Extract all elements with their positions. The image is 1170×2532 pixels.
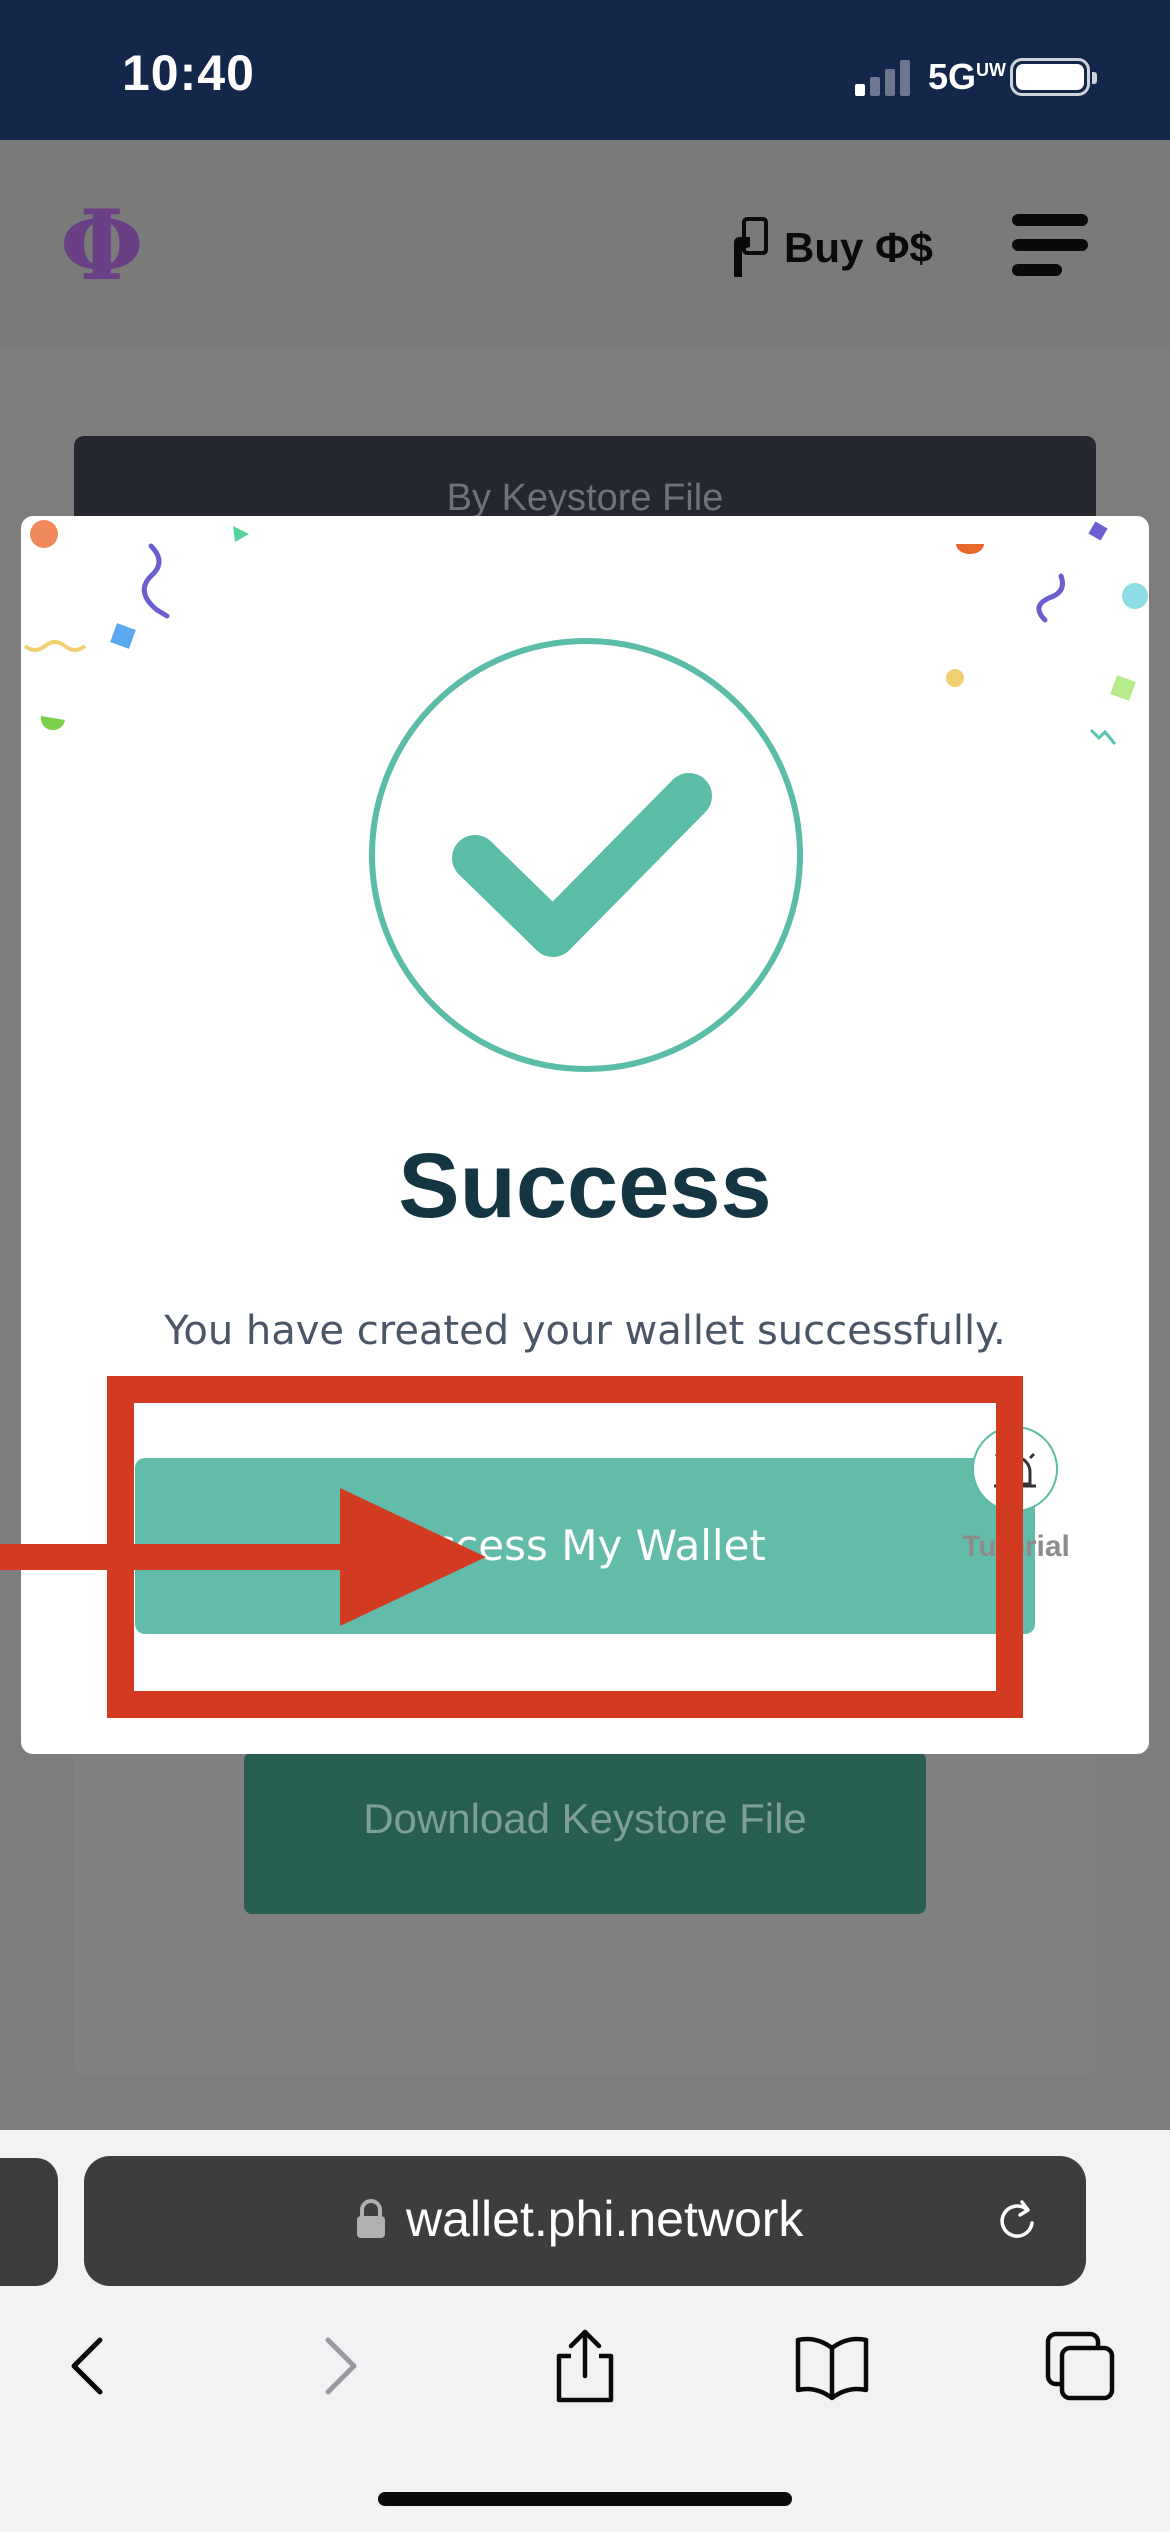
red-arrow-annotation	[0, 1488, 486, 1626]
address-bar[interactable]: wallet.phi.network	[84, 2156, 1086, 2286]
browser-bottom-bar: wallet.phi.network	[0, 2130, 1170, 2532]
checkmark-circle-icon	[369, 638, 803, 1072]
wallet-card-icon	[734, 217, 768, 277]
buy-label: Buy Φ$	[784, 224, 933, 271]
lock-icon	[357, 2199, 385, 2238]
url-text: wallet.phi.network	[406, 2191, 804, 2247]
previous-tab-stub[interactable]	[0, 2158, 58, 2286]
phi-logo[interactable]: Φ	[60, 198, 144, 294]
buy-phi-link[interactable]: Buy Φ$	[730, 217, 933, 278]
app-header: Φ Buy Φ$	[0, 140, 1170, 350]
tabs-icon[interactable]	[1040, 2326, 1120, 2406]
cellular-signal-icon	[855, 60, 915, 96]
success-message: You have created your wallet successfull…	[164, 1308, 1006, 1354]
network-type: 5GUW	[928, 56, 1007, 97]
battery-icon	[1010, 58, 1097, 96]
back-icon[interactable]	[48, 2326, 128, 2406]
reload-icon[interactable]	[992, 2196, 1042, 2246]
status-bar: 10:40 5GUW	[0, 0, 1170, 140]
status-time: 10:40	[122, 45, 255, 101]
forward-icon[interactable]	[300, 2326, 380, 2406]
hamburger-menu-icon[interactable]	[1012, 214, 1088, 276]
success-title: Success	[398, 1135, 772, 1237]
home-indicator	[378, 2492, 792, 2506]
download-keystore-button: Download Keystore File	[244, 1752, 926, 1914]
bookmarks-icon[interactable]	[792, 2326, 872, 2406]
share-icon[interactable]	[545, 2326, 625, 2406]
